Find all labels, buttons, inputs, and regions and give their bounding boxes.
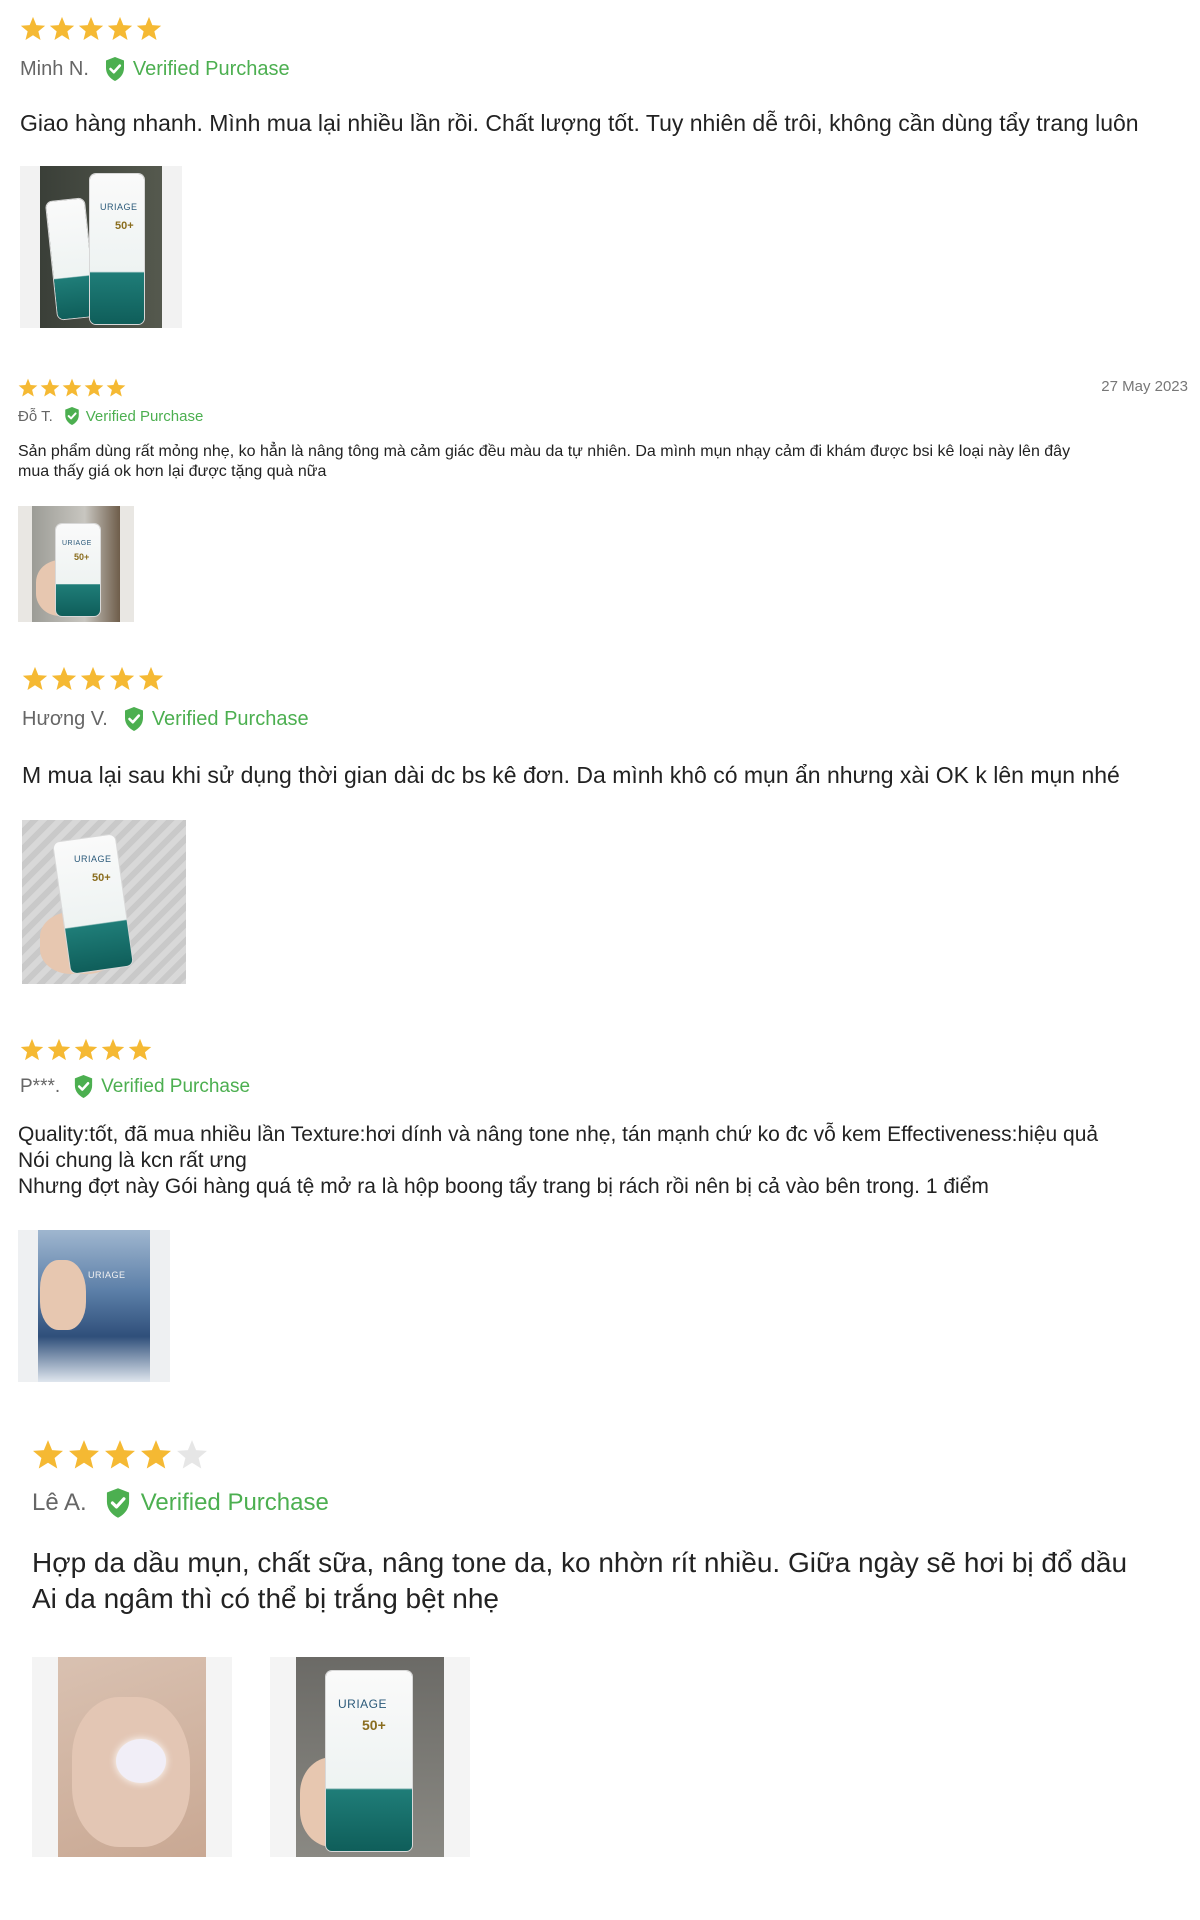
review-card: 27 May 2023 Đỗ T. Verified Purchase Sản … [0,370,1200,640]
review-meta: Minh N. Verified Purchase [20,56,290,82]
star-rating [20,1038,155,1062]
star-icon [101,1038,125,1061]
review-photos: URIAGE 50+ [18,506,134,622]
product-spf-label: 50+ [115,220,134,232]
star-icon [33,1440,63,1469]
star-icon [128,1038,152,1061]
check-shield-icon [122,706,146,732]
star-icon [62,378,82,397]
star-icon [40,378,60,397]
star-icon [141,1440,171,1469]
star-icon [78,16,104,40]
product-brand-label: URIAGE [74,854,112,864]
review-photos: URIAGE [18,1230,170,1382]
product-brand-label: URIAGE [338,1697,388,1711]
verified-purchase-label: Verified Purchase [85,407,204,425]
review-photo[interactable]: URIAGE 50+ [22,820,186,984]
product-brand-label: URIAGE [100,202,138,212]
star-icon [109,666,135,690]
product-spf-label: 50+ [74,552,90,562]
author-name: P***. [20,1075,61,1097]
review-meta: Lê A. Verified Purchase [32,1487,329,1519]
star-icon [106,378,126,397]
review-photo[interactable]: URIAGE 50+ [270,1657,470,1857]
star-icon [177,1440,207,1469]
product-spf-label: 50+ [92,872,111,884]
star-rating [20,16,165,42]
star-icon [49,16,75,40]
review-text: Quality:tốt, đã mua nhiều lần Texture:hơ… [18,1123,1099,1198]
star-icon [22,666,48,690]
star-icon [20,1038,44,1061]
product-brand-label: URIAGE [88,1270,126,1280]
check-shield-icon [63,406,81,426]
review-photo[interactable]: URIAGE [18,1230,170,1382]
verified-purchase-label: Verified Purchase [151,707,309,730]
star-icon [138,666,164,690]
star-icon [80,666,106,690]
product-brand-label: URIAGE [62,540,92,547]
review-card: P***. Verified Purchase Quality:tốt, đã … [0,1030,1200,1390]
check-shield-icon [103,1487,133,1519]
review-card: Minh N. Verified Purchase Giao hàng nhan… [0,0,1200,340]
review-text: Giao hàng nhanh. Mình mua lại nhiều lần … [20,110,1139,136]
review-meta: Hương V. Verified Purchase [22,706,309,732]
star-icon [136,16,162,40]
star-icon [51,666,77,690]
product-spf-label: 50+ [362,1717,386,1733]
star-rating [18,378,128,398]
author-name: Đỗ T. [18,407,53,425]
star-icon [47,1038,71,1061]
check-shield-icon [72,1074,95,1099]
verified-purchase-label: Verified Purchase [101,1075,251,1097]
review-meta: P***. Verified Purchase [20,1074,250,1099]
review-photo[interactable] [32,1657,232,1857]
review-meta: Đỗ T. Verified Purchase [18,406,203,426]
star-icon [20,16,46,40]
star-icon [105,1440,135,1469]
review-photos: URIAGE 50+ [20,166,182,328]
check-shield-icon [103,56,127,82]
star-icon [18,378,38,397]
review-text: Sản phẩm dùng rất mỏng nhẹ, ko hẳn là nâ… [18,443,1071,480]
review-photo[interactable]: URIAGE 50+ [18,506,134,622]
star-icon [84,378,104,397]
review-text: Hợp da dầu mụn, chất sữa, nâng tone da, … [32,1547,1128,1614]
review-photo[interactable]: URIAGE 50+ [20,166,182,328]
star-icon [107,16,133,40]
author-name: Lê A. [32,1489,87,1516]
review-photos: URIAGE 50+ [22,820,186,984]
author-name: Hương V. [22,707,108,730]
star-icon [69,1440,99,1469]
verified-purchase-label: Verified Purchase [132,57,290,80]
star-rating [32,1439,212,1471]
review-date: 27 May 2023 [1101,378,1188,395]
review-card: Hương V. Verified Purchase M mua lại sau… [0,660,1200,1010]
star-rating [22,666,167,692]
author-name: Minh N. [20,57,89,80]
review-card: Lê A. Verified Purchase Hợp da dầu mụn, … [0,1425,1200,1920]
review-photos: URIAGE 50+ [32,1657,470,1857]
star-icon [74,1038,98,1061]
verified-purchase-label: Verified Purchase [140,1489,329,1516]
review-text: M mua lại sau khi sử dụng thời gian dài … [22,762,1120,788]
